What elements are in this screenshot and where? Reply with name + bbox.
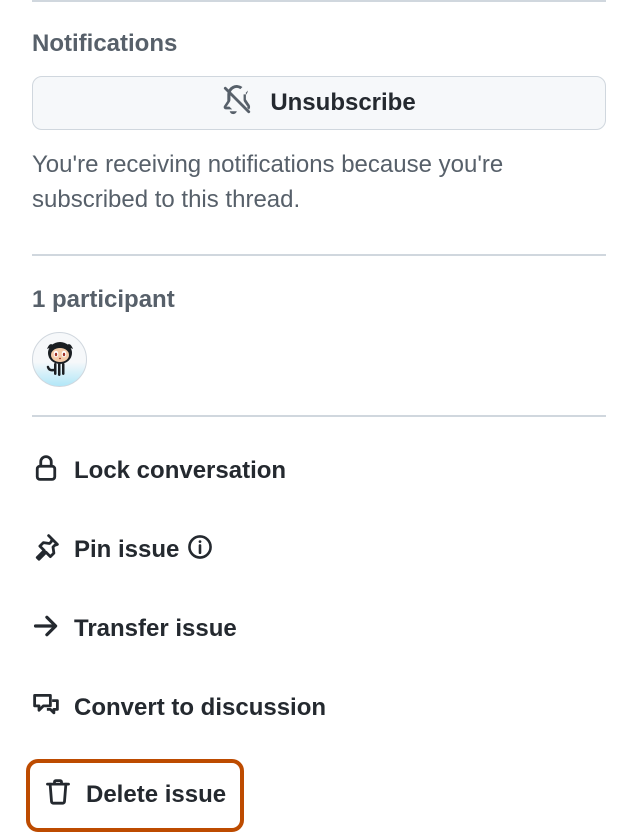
lock-icon xyxy=(32,454,60,489)
divider-2 xyxy=(32,415,606,417)
lock-conversation-action[interactable]: Lock conversation xyxy=(32,449,606,494)
actions-list: Lock conversation Pin issue xyxy=(32,449,606,832)
arrow-right-icon xyxy=(32,612,60,647)
notifications-note: You're receiving notifications because y… xyxy=(32,148,606,218)
delete-issue-label: Delete issue xyxy=(86,781,226,809)
notifications-title: Notifications xyxy=(32,30,606,58)
unsubscribe-button[interactable]: Unsubscribe xyxy=(32,76,606,130)
transfer-issue-action[interactable]: Transfer issue xyxy=(32,607,606,652)
participant-avatar[interactable] xyxy=(32,332,87,387)
info-icon[interactable] xyxy=(187,534,213,567)
pin-icon xyxy=(32,533,60,568)
participants-title: 1 participant xyxy=(32,286,606,314)
delete-issue-action[interactable]: Delete issue xyxy=(44,773,226,818)
top-divider xyxy=(32,0,606,2)
pin-issue-action[interactable]: Pin issue xyxy=(32,528,606,573)
bell-slash-icon xyxy=(222,85,252,122)
convert-discussion-label: Convert to discussion xyxy=(74,694,326,722)
octocat-icon xyxy=(40,337,80,382)
trash-icon xyxy=(44,778,72,813)
lock-conversation-label: Lock conversation xyxy=(74,457,286,485)
convert-discussion-action[interactable]: Convert to discussion xyxy=(32,686,606,731)
divider-1 xyxy=(32,254,606,256)
pin-issue-label: Pin issue xyxy=(74,536,179,564)
unsubscribe-label: Unsubscribe xyxy=(270,89,415,117)
delete-issue-highlight: Delete issue xyxy=(26,759,244,832)
transfer-issue-label: Transfer issue xyxy=(74,615,237,643)
discussion-icon xyxy=(32,691,60,726)
